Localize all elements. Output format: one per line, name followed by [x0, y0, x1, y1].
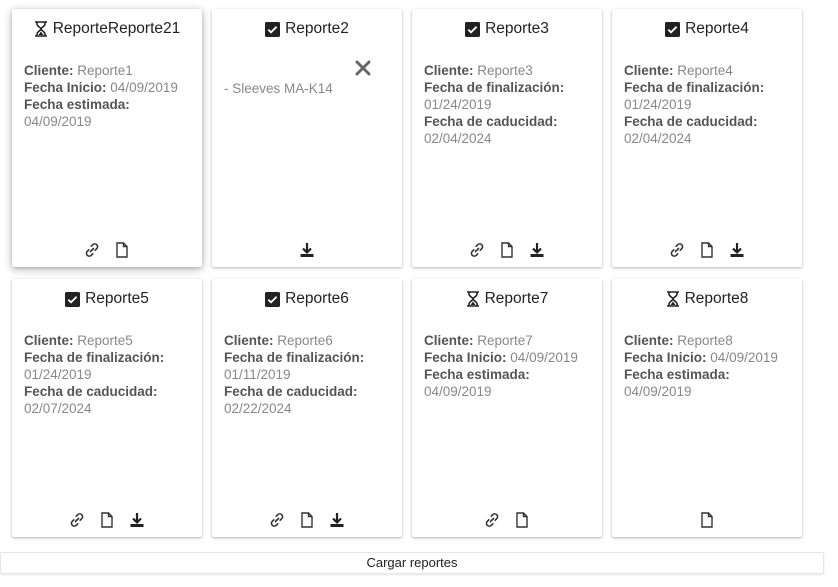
link-icon[interactable]	[483, 511, 501, 529]
link-icon[interactable]	[668, 241, 686, 259]
completion-date-row: Fecha de finalización: 01/24/2019	[424, 80, 565, 112]
checkbox-checked-icon	[665, 21, 681, 37]
client-row: Cliente: Reporte5	[24, 333, 133, 348]
report-card[interactable]: Reporte4 Cliente: Reporte4 Fecha de fina…	[612, 9, 802, 267]
hourglass-icon	[466, 291, 480, 307]
report-card[interactable]: Reporte2 - Sleeves MA-K14	[212, 9, 402, 267]
estimated-date-row: Fecha estimada: 04/09/2019	[24, 97, 130, 129]
download-icon[interactable]	[328, 511, 346, 529]
checkbox-checked-icon	[465, 21, 481, 37]
completion-date-row: Fecha de finalización: 01/24/2019	[624, 80, 765, 112]
client-row: Cliente: Reporte8	[624, 333, 733, 348]
card-title-text: Reporte2	[285, 20, 349, 37]
start-date-row: Fecha Inicio: 04/09/2019	[624, 350, 778, 365]
document-icon[interactable]	[113, 241, 131, 259]
expiration-date-row: Fecha de caducidad: 02/22/2024	[224, 384, 358, 416]
report-card[interactable]: Reporte8 Cliente: Reporte8 Fecha Inicio:…	[612, 279, 802, 537]
report-card[interactable]: Reporte5 Cliente: Reporte5 Fecha de fina…	[12, 279, 202, 537]
card-title: Reporte6	[212, 290, 402, 308]
card-title: Reporte4	[612, 20, 802, 38]
download-icon[interactable]	[128, 511, 146, 529]
completion-date-row: Fecha de finalización: 01/11/2019	[224, 350, 365, 382]
link-icon[interactable]	[83, 241, 101, 259]
link-icon[interactable]	[468, 241, 486, 259]
download-icon[interactable]	[728, 241, 746, 259]
hourglass-icon	[34, 21, 48, 37]
card-title-text: Reporte7	[484, 290, 549, 307]
document-icon[interactable]	[298, 511, 316, 529]
expiration-date-row: Fecha de caducidad: 02/07/2024	[24, 384, 158, 416]
document-icon[interactable]	[98, 511, 116, 529]
checkbox-checked-icon	[65, 291, 81, 307]
completion-date-row: Fecha de finalización: 01/24/2019	[24, 350, 165, 382]
client-row: Cliente: Reporte7	[424, 333, 533, 348]
client-row: Cliente: Reporte6	[224, 333, 333, 348]
expiration-date-row: Fecha de caducidad: 02/04/2024	[424, 114, 558, 146]
start-date-row: Fecha Inicio: 04/09/2019	[24, 80, 178, 95]
download-icon[interactable]	[298, 241, 316, 259]
checkbox-checked-icon	[265, 291, 281, 307]
expiration-date-row: Fecha de caducidad: 02/04/2024	[624, 114, 758, 146]
card-title-text: Reporte4	[685, 20, 749, 37]
document-icon[interactable]	[513, 511, 531, 529]
document-icon[interactable]	[698, 241, 716, 259]
card-title: Reporte3	[412, 20, 602, 38]
card-title: Reporte5	[12, 290, 202, 308]
download-icon[interactable]	[528, 241, 546, 259]
estimated-date-row: Fecha estimada: 04/09/2019	[424, 367, 530, 399]
item-note: - Sleeves MA-K14	[224, 81, 333, 96]
card-title: Reporte7	[412, 290, 602, 308]
report-card[interactable]: Reporte7 Cliente: Reporte7 Fecha Inicio:…	[412, 279, 602, 537]
link-icon[interactable]	[268, 511, 286, 529]
client-row: Cliente: Reporte3	[424, 63, 533, 78]
start-date-row: Fecha Inicio: 04/09/2019	[424, 350, 578, 365]
document-icon[interactable]	[498, 241, 516, 259]
report-card[interactable]: ReporteReporte21 Cliente: Reporte1 Fecha…	[12, 9, 202, 267]
card-title: Reporte8	[612, 290, 802, 308]
document-icon[interactable]	[698, 511, 716, 529]
report-card[interactable]: Reporte3 Cliente: Reporte3 Fecha de fina…	[412, 9, 602, 267]
card-title-text: Reporte8	[684, 290, 749, 307]
load-reports-button[interactable]: Cargar reportes	[0, 552, 824, 574]
checkbox-checked-icon	[265, 21, 281, 37]
card-title: ReporteReporte21	[12, 20, 202, 38]
link-icon[interactable]	[68, 511, 86, 529]
card-title-text: ReporteReporte21	[52, 20, 181, 37]
estimated-date-row: Fecha estimada: 04/09/2019	[624, 367, 730, 399]
report-card[interactable]: Reporte6 Cliente: Reporte6 Fecha de fina…	[212, 279, 402, 537]
card-title-text: Reporte6	[285, 290, 349, 307]
close-icon[interactable]	[354, 59, 372, 77]
card-title-text: Reporte5	[85, 290, 149, 307]
client-row: Cliente: Reporte1	[24, 63, 133, 78]
card-title-text: Reporte3	[485, 20, 549, 37]
hourglass-icon	[666, 291, 680, 307]
card-title: Reporte2	[212, 20, 402, 38]
client-row: Cliente: Reporte4	[624, 63, 733, 78]
